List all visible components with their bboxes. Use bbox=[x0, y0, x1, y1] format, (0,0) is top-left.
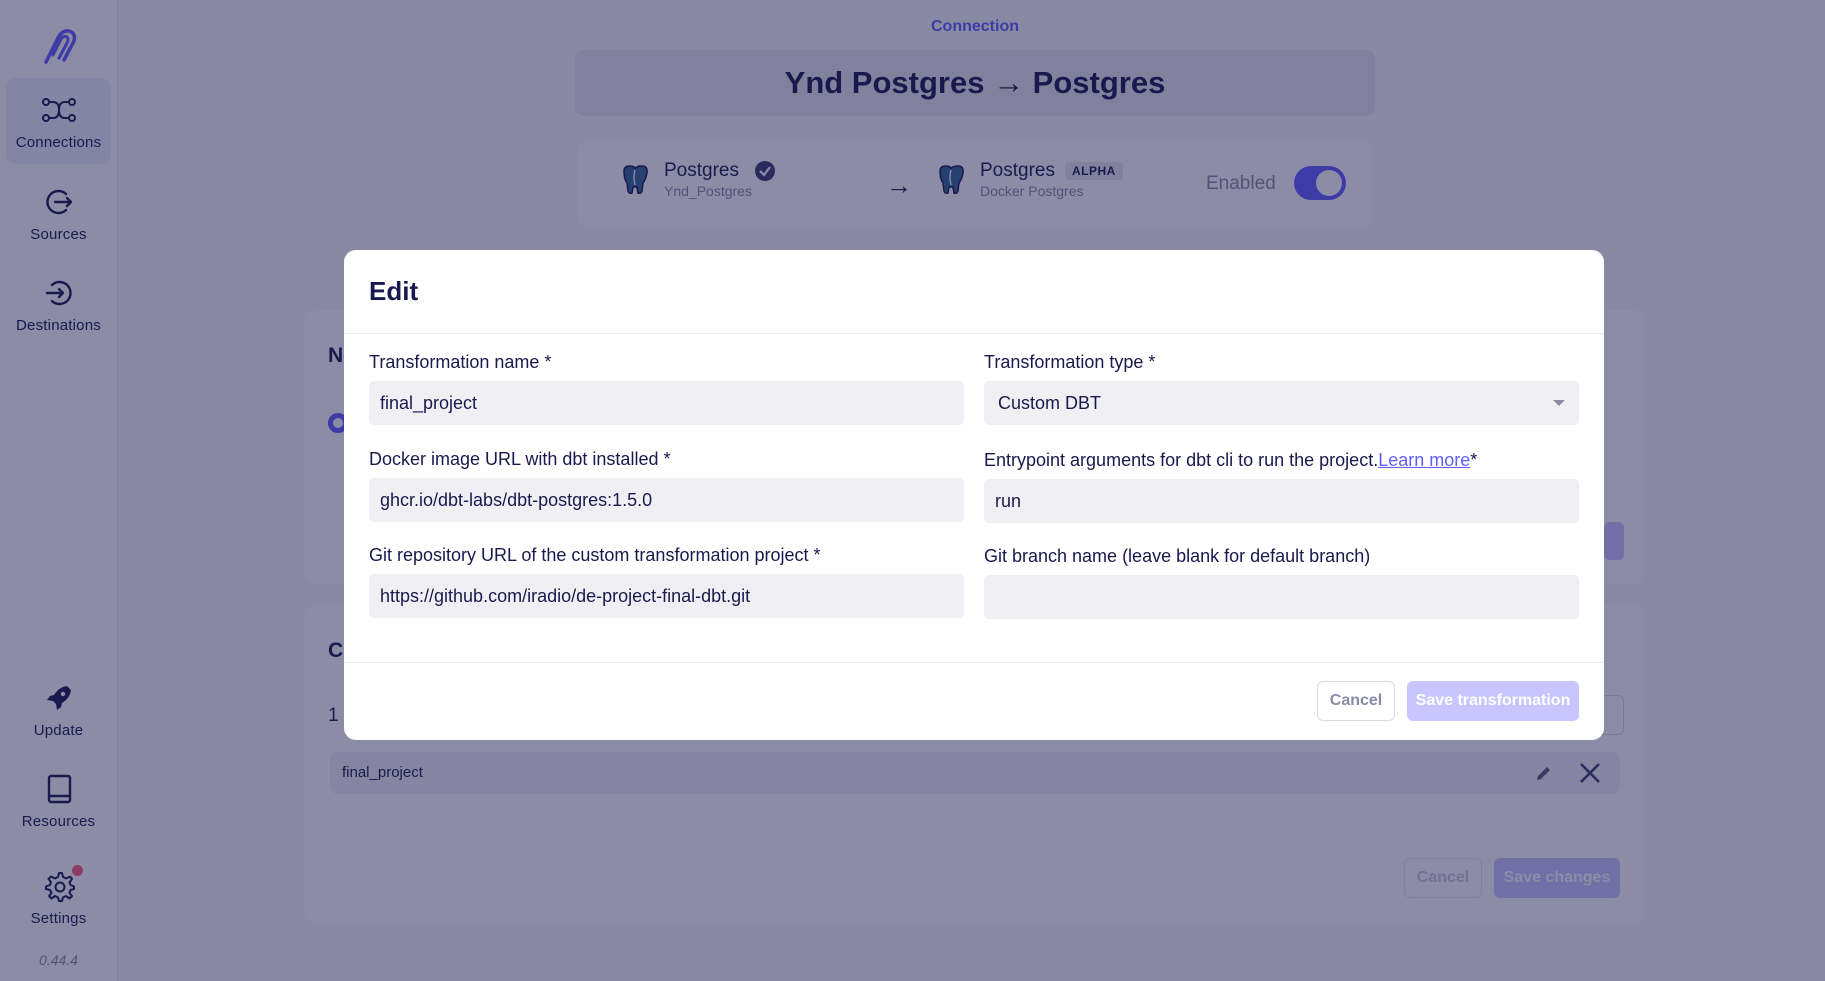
transformation-name-input[interactable] bbox=[369, 381, 964, 425]
entrypoint-label-text: Entrypoint arguments for dbt cli to run … bbox=[984, 450, 1379, 470]
entrypoint-label: Entrypoint arguments for dbt cli to run … bbox=[984, 449, 1579, 471]
entrypoint-input[interactable] bbox=[984, 479, 1579, 523]
docker-image-label: Docker image URL with dbt installed * bbox=[369, 449, 671, 469]
docker-image-field: Docker image URL with dbt installed * bbox=[369, 448, 964, 522]
transformation-type-field: Transformation type * Custom DBT bbox=[984, 351, 1579, 425]
git-branch-label: Git branch name (leave blank for default… bbox=[984, 546, 1371, 566]
modal-title: Edit bbox=[369, 276, 419, 306]
edit-transformation-modal: Edit Transformation name * Transformatio… bbox=[344, 250, 1604, 740]
modal-footer-divider bbox=[344, 662, 1604, 663]
git-branch-input[interactable] bbox=[984, 575, 1579, 619]
transformation-type-label: Transformation type * bbox=[984, 352, 1156, 372]
entrypoint-required-mark: * bbox=[1470, 450, 1478, 470]
transformation-type-select[interactable]: Custom DBT bbox=[984, 381, 1579, 425]
chevron-down-icon bbox=[1553, 400, 1565, 406]
transformation-type-value: Custom DBT bbox=[998, 392, 1102, 413]
git-branch-field: Git branch name (leave blank for default… bbox=[984, 545, 1579, 619]
docker-image-input[interactable] bbox=[369, 478, 964, 522]
transformation-name-field: Transformation name * bbox=[369, 351, 964, 425]
modal-divider bbox=[344, 333, 1604, 334]
save-transformation-button[interactable]: Save transformation bbox=[1407, 681, 1579, 721]
entrypoint-field: Entrypoint arguments for dbt cli to run … bbox=[984, 449, 1579, 523]
git-repo-label: Git repository URL of the custom transfo… bbox=[369, 545, 821, 565]
git-repo-input[interactable] bbox=[369, 574, 964, 618]
learn-more-link[interactable]: Learn more bbox=[1378, 450, 1470, 470]
git-repo-field: Git repository URL of the custom transfo… bbox=[369, 544, 964, 618]
modal-cancel-button[interactable]: Cancel bbox=[1317, 681, 1395, 721]
transformation-name-label: Transformation name * bbox=[369, 352, 552, 372]
